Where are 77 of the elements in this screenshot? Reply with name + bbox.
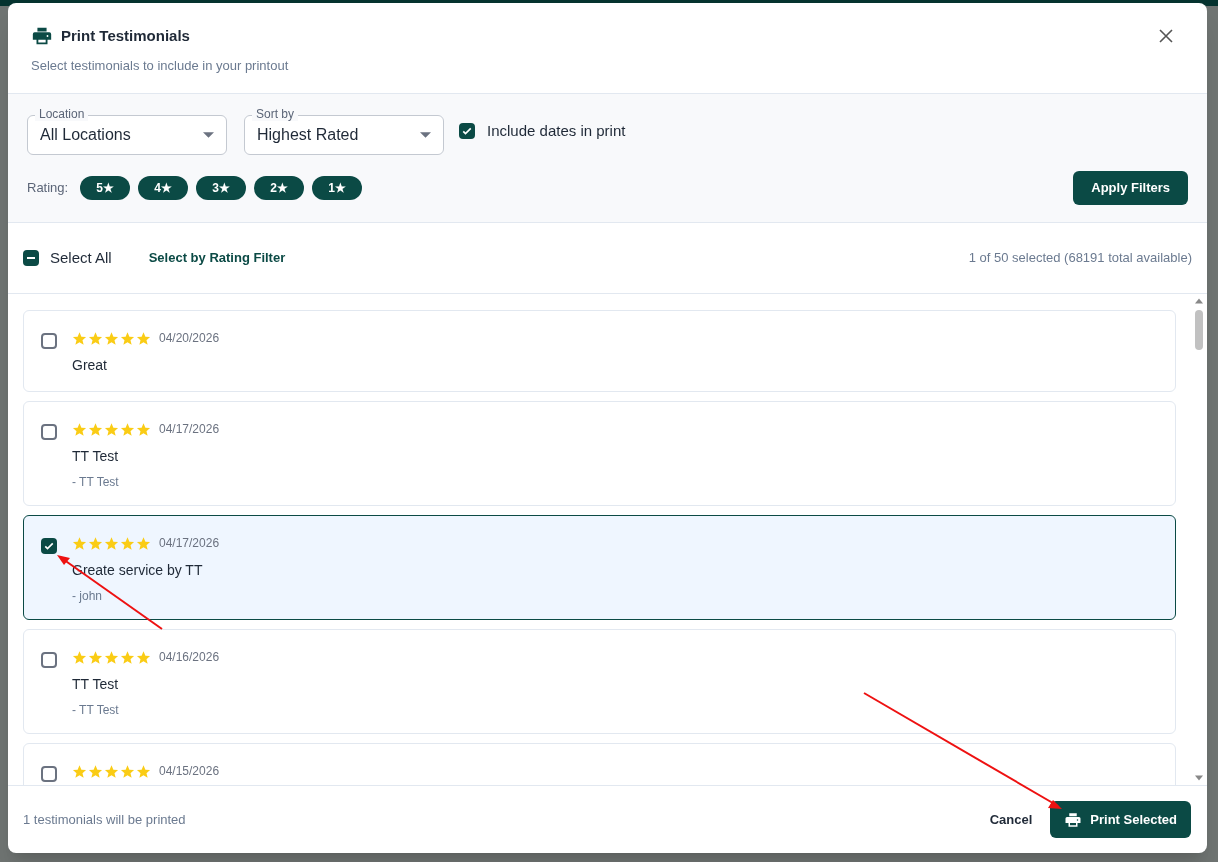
star-icon [136, 535, 151, 551]
check-icon [43, 540, 55, 552]
field-value: Highest Rated [257, 125, 360, 145]
selection-summary: 1 of 50 selected (68191 total available) [968, 249, 1192, 268]
rating-chip[interactable]: 2★ [254, 176, 305, 200]
star-icon [120, 421, 135, 437]
testimonial-text: TT Test [72, 675, 120, 694]
star-icon [88, 330, 103, 346]
cancel-button[interactable]: Cancel [989, 809, 1033, 830]
close-icon [1158, 28, 1174, 44]
scrollbar-thumb[interactable] [1195, 310, 1203, 350]
testimonial-date: 04/16/2026 [159, 649, 220, 666]
testimonial-date: 04/15/2026 [159, 763, 220, 780]
minus-icon [27, 257, 35, 259]
star-icon [88, 649, 103, 665]
include-dates-checkbox[interactable] [459, 123, 475, 139]
field-value: All Locations [40, 125, 132, 145]
testimonial-date: 04/17/2026 [159, 421, 220, 438]
star-icon [88, 421, 103, 437]
print-selected-button[interactable]: Print Selected [1050, 801, 1191, 838]
star-icon [136, 649, 151, 665]
star-icon [72, 535, 87, 551]
testimonial-text: TT Test [72, 447, 120, 466]
testimonial-date: 04/20/2026 [159, 330, 220, 347]
star-icon [120, 649, 135, 665]
testimonial-author: - john [72, 588, 104, 605]
testimonial-card[interactable]: 04/17/2026 TT Test - TT Test [23, 401, 1176, 506]
star-icon [136, 330, 151, 346]
testimonial-checkbox[interactable] [41, 766, 57, 782]
star-icon [88, 535, 103, 551]
field-label: Location [35, 107, 89, 121]
star-icon [72, 649, 87, 665]
rating-chip[interactable]: 4★ [138, 176, 189, 200]
select-all-label: Select All [50, 247, 112, 268]
star-icon [72, 763, 87, 779]
scroll-down-icon [1195, 775, 1203, 781]
star-icon [120, 535, 135, 551]
testimonial-card[interactable]: 04/20/2026 Great [23, 310, 1176, 392]
dialog-title: Print Testimonials [61, 26, 190, 46]
testimonial-checkbox[interactable] [41, 652, 57, 668]
testimonial-card[interactable]: 04/16/2026 TT Test - TT Test [23, 629, 1176, 734]
caret-icon [203, 132, 214, 138]
printer-icon [1064, 810, 1083, 829]
testimonial-card[interactable]: 04/15/2026 [23, 743, 1176, 785]
star-icon [120, 330, 135, 346]
apply-filters-button[interactable]: Apply Filters [1073, 171, 1188, 205]
star-icon [72, 330, 87, 346]
testimonial-author: - TT Test [72, 702, 120, 719]
field-label: Sort by [252, 107, 298, 121]
star-icon [104, 421, 119, 437]
testimonial-date: 04/17/2026 [159, 535, 220, 552]
star-icon [72, 421, 87, 437]
star-icon [104, 330, 119, 346]
testimonial-checkbox[interactable] [41, 333, 57, 349]
star-icon [136, 421, 151, 437]
rating-chip[interactable]: 3★ [196, 176, 247, 200]
star-icon [104, 763, 119, 779]
rating-label: Rating: [27, 179, 69, 198]
checkbox-label: Include dates in print [487, 120, 626, 141]
select-all-checkbox[interactable] [23, 250, 39, 266]
check-icon [461, 125, 473, 137]
star-icon [120, 763, 135, 779]
caret-icon [420, 132, 431, 138]
dialog-subtitle: Select testimonials to include in your printout [31, 56, 290, 75]
star-icon [136, 763, 151, 779]
star-icon [104, 535, 119, 551]
star-icon [88, 763, 103, 779]
testimonial-author: - TT Test [72, 474, 120, 491]
print-count-text: 1 testimonials will be printed [23, 810, 186, 829]
rating-chip[interactable]: 1★ [312, 176, 363, 200]
testimonial-checkbox[interactable] [41, 538, 57, 554]
testimonial-checkbox[interactable] [41, 424, 57, 440]
select-by-rating-link[interactable]: Select by Rating Filter [148, 248, 286, 268]
testimonial-text: Great [72, 356, 108, 375]
rating-chip[interactable]: 5★ [80, 176, 131, 200]
star-icon [104, 649, 119, 665]
scroll-up-icon [1195, 298, 1203, 304]
